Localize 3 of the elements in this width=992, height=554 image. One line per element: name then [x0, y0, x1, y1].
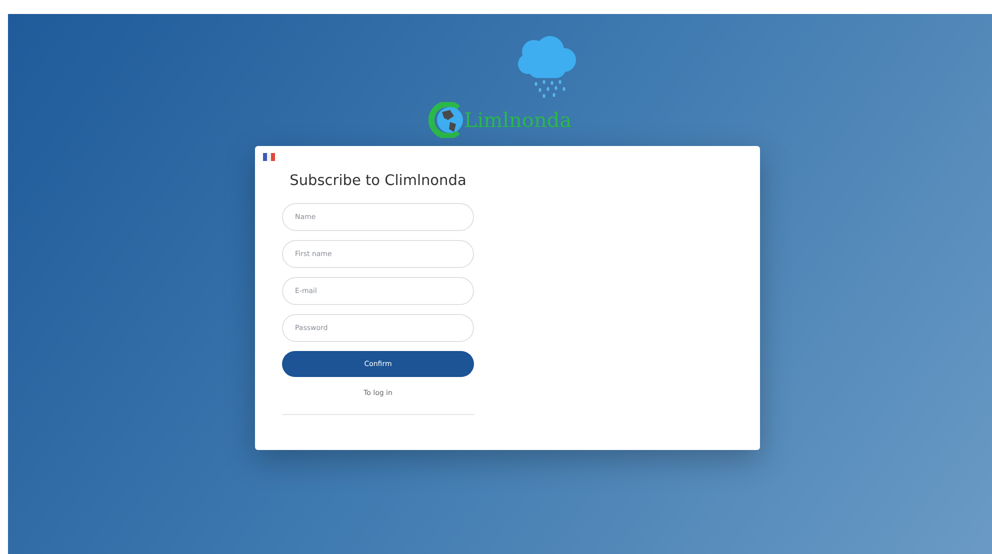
form-title: Subscribe to Climlnonda — [290, 173, 466, 189]
french-flag-icon[interactable] — [263, 153, 275, 161]
logo-text: Limlnonda — [464, 108, 572, 132]
